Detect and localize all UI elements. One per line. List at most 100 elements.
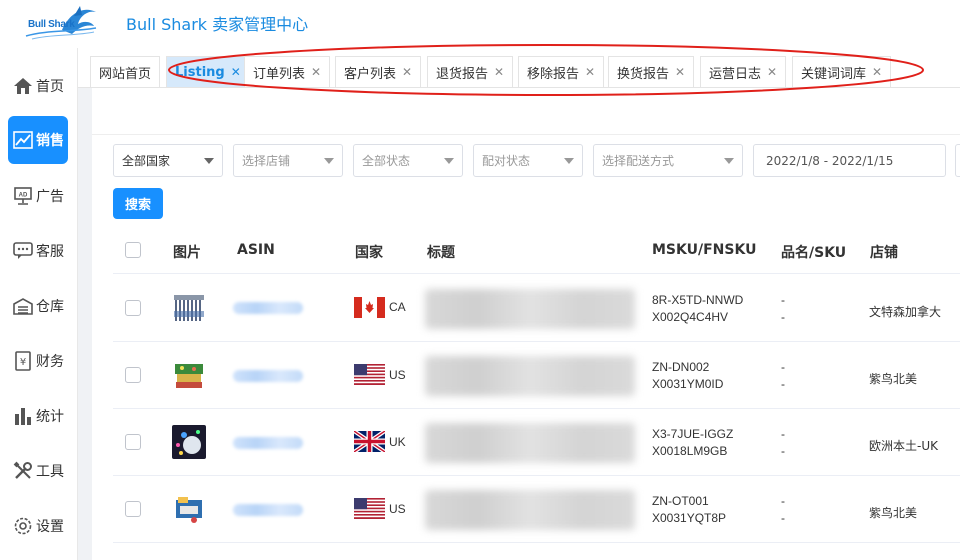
top-header: Bull Shark Bull Shark 卖家管理中心 [0, 0, 960, 48]
fnsku-value: X0018LM9GB [652, 444, 728, 458]
product-name: - [781, 494, 785, 508]
sidebar-item-settings[interactable]: 设置 [8, 502, 68, 550]
msku-value: X3-7JUE-IGGZ [652, 427, 734, 441]
ad-screen-icon: AD [12, 185, 34, 207]
tab-label: 关键词词库 [801, 66, 867, 82]
select-all-checkbox[interactable] [125, 242, 141, 258]
tab-label: 移除报告 [527, 66, 580, 82]
tab-orders[interactable]: 订单列表 ✕ [244, 56, 331, 87]
sidebar-item-ads[interactable]: AD 广告 [8, 172, 68, 220]
tab-removals[interactable]: 移除报告 ✕ [518, 56, 605, 87]
tab-label: Listing [175, 64, 225, 80]
shop-select[interactable]: 选择店铺 [233, 144, 343, 177]
sidebar-item-stats[interactable]: 统计 [8, 392, 68, 440]
close-icon[interactable]: ✕ [675, 65, 685, 79]
close-icon[interactable]: ✕ [402, 65, 412, 79]
sidebar-item-label: 客服 [36, 244, 64, 260]
msku-value: ZN-DN002 [652, 360, 710, 374]
close-icon[interactable]: ✕ [872, 65, 882, 79]
bar-chart-icon [12, 405, 34, 427]
tab-returns[interactable]: 退货报告 ✕ [427, 56, 514, 87]
product-thumbnail[interactable] [172, 358, 206, 392]
sidebar-item-finance[interactable]: ¥ 财务 [8, 337, 68, 385]
tabs-bar: 网站首页 Listing ✕ 订单列表 ✕ 客户列表 ✕ 退货报告 ✕ 移除报告 ✕ 换货… [78, 48, 960, 88]
close-icon[interactable]: ✕ [767, 65, 777, 79]
product-name: - [781, 427, 785, 441]
row-checkbox[interactable] [125, 501, 141, 517]
shop-name: 文特森加拿大 [869, 305, 942, 319]
sidebar-item-home[interactable]: 首页 [8, 62, 68, 110]
asin-link[interactable] [233, 504, 303, 516]
tab-label: 退货报告 [436, 66, 489, 82]
asin-link[interactable] [233, 437, 303, 449]
column-header-image: 图片 [173, 245, 201, 261]
sidebar-item-tools[interactable]: 工具 [8, 447, 68, 495]
tab-home[interactable]: 网站首页 [90, 56, 161, 87]
country-code: UK [389, 435, 406, 449]
content-gutter [78, 88, 92, 560]
sidebar-item-sales[interactable]: 销售 [8, 116, 68, 164]
tab-keyword-library[interactable]: 关键词词库 ✕ [792, 56, 892, 87]
product-title [425, 490, 635, 530]
country-code: CA [389, 300, 406, 314]
column-header-sku: 品名/SKU [781, 245, 847, 261]
row-checkbox[interactable] [125, 367, 141, 383]
usa-flag-icon [354, 498, 385, 519]
sidebar-item-warehouse[interactable]: 仓库 [8, 282, 68, 330]
status-select[interactable]: 全部状态 [353, 144, 463, 177]
column-header-asin: ASIN [237, 242, 275, 258]
uk-flag-icon [354, 431, 385, 452]
sidebar-item-service[interactable]: 客服 [8, 227, 68, 275]
search-button[interactable]: 搜索 [113, 188, 163, 219]
content-spacer [92, 88, 960, 134]
column-header-shop: 店铺 [870, 245, 898, 261]
close-icon[interactable]: ✕ [585, 65, 595, 79]
tab-label: 网站首页 [99, 66, 152, 82]
row-divider [113, 408, 960, 409]
tab-listing[interactable]: Listing ✕ [166, 56, 250, 87]
tab-label: 运营日志 [709, 66, 762, 82]
sku-value: - [781, 444, 785, 458]
asin-link[interactable] [233, 302, 303, 314]
close-icon[interactable]: ✕ [231, 65, 241, 79]
product-thumbnail[interactable] [172, 492, 206, 526]
sidebar: 首页 销售 AD 广告 客服 仓库 ¥ 财务 统计 工具 设置 [0, 48, 78, 560]
tab-operation-log[interactable]: 运营日志 ✕ [700, 56, 787, 87]
pairing-select-placeholder: 配对状态 [482, 154, 531, 168]
tab-label: 换货报告 [617, 66, 670, 82]
sidebar-item-label: 仓库 [36, 299, 64, 315]
home-icon [12, 75, 34, 97]
fnsku-value: X0031YM0ID [652, 377, 724, 391]
sku-value: - [781, 511, 785, 525]
bull-shark-logo[interactable]: Bull Shark [22, 2, 100, 42]
svg-text:¥: ¥ [20, 357, 26, 368]
close-icon[interactable]: ✕ [494, 65, 504, 79]
asin-link[interactable] [233, 370, 303, 382]
column-header-title: 标题 [427, 245, 455, 261]
row-divider [113, 542, 960, 543]
tab-label: 订单列表 [253, 66, 306, 82]
filter-overflow[interactable] [955, 144, 960, 177]
country-select[interactable]: 全部国家 [113, 144, 223, 177]
shipping-method-select[interactable]: 选择配送方式 [593, 144, 743, 177]
row-checkbox[interactable] [125, 300, 141, 316]
sidebar-item-label: 广告 [36, 189, 64, 205]
product-thumbnail[interactable] [172, 425, 206, 459]
date-range-picker[interactable]: 2022/1/8 - 2022/1/15 [753, 144, 946, 177]
product-name: - [781, 360, 785, 374]
country-code: US [389, 368, 406, 382]
row-checkbox[interactable] [125, 434, 141, 450]
shop-select-placeholder: 选择店铺 [242, 154, 291, 168]
chat-bubble-icon [12, 240, 34, 262]
close-icon[interactable]: ✕ [311, 65, 321, 79]
usa-flag-icon [354, 364, 385, 385]
sidebar-item-label: 首页 [36, 79, 64, 95]
tab-label: 客户列表 [344, 66, 397, 82]
chevron-down-icon [204, 158, 214, 164]
tab-replacements[interactable]: 换货报告 ✕ [608, 56, 695, 87]
pairing-status-select[interactable]: 配对状态 [473, 144, 583, 177]
product-thumbnail[interactable] [172, 291, 206, 325]
tab-customers[interactable]: 客户列表 ✕ [335, 56, 422, 87]
shop-name: 紫鸟北美 [869, 372, 918, 386]
svg-text:AD: AD [19, 193, 28, 199]
